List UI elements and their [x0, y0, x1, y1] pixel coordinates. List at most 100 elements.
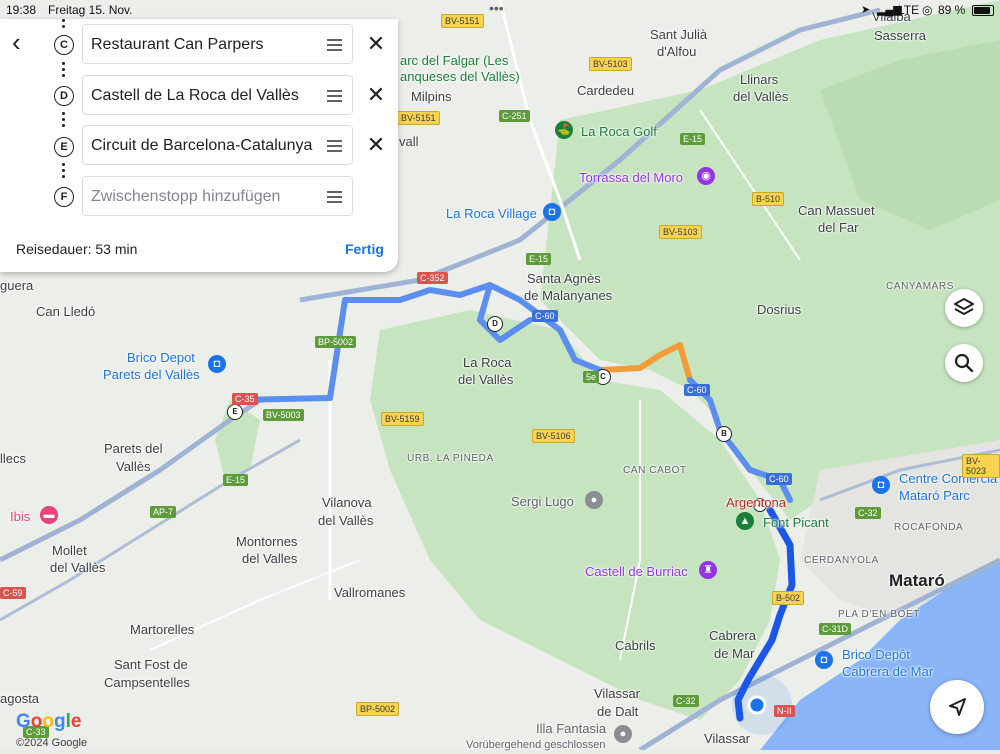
shopping-bag-icon[interactable]: ◘	[872, 476, 890, 494]
area-label: PLA D'EN BOET	[838, 609, 920, 620]
area-label: CERDANYOLA	[804, 555, 879, 566]
stop-field-e[interactable]: Circuit de Barcelona-Catalunya	[82, 125, 353, 165]
road-shield: N-II	[774, 705, 795, 717]
golf-icon[interactable]: ⛳	[555, 121, 573, 139]
poi-label[interactable]: Sergi Lugo	[511, 493, 574, 510]
road-shield: E-15	[526, 253, 552, 265]
route-dots	[62, 112, 65, 130]
shopping-bag-icon[interactable]: ◘	[543, 203, 561, 221]
town-label: llecs	[0, 451, 27, 466]
road-shield: C-32	[855, 507, 881, 519]
poi-label[interactable]: La Roca Golf	[581, 123, 657, 140]
remove-stop-button[interactable]: ✕	[366, 33, 386, 55]
place-icon[interactable]: ●	[585, 491, 603, 509]
poi-label[interactable]: anqueses del Vallès)	[400, 68, 520, 85]
route-dots	[62, 163, 65, 181]
add-stop-field[interactable]: Zwischenstopp hinzufügen	[82, 176, 353, 216]
poi-label[interactable]: Illa Fantasia	[536, 720, 606, 737]
place-icon[interactable]: ●	[614, 725, 632, 743]
remove-stop-button[interactable]: ✕	[366, 84, 386, 106]
layers-button[interactable]	[945, 289, 983, 327]
town-label: vall	[399, 134, 419, 149]
my-location-button[interactable]	[930, 680, 984, 734]
search-icon	[954, 353, 974, 373]
castle-icon[interactable]: ♜	[699, 561, 717, 579]
town-label: agosta	[0, 691, 40, 706]
poi-label[interactable]: Brico Depot	[127, 349, 195, 366]
stop-value: Castell de La Roca del Vallès	[91, 87, 299, 104]
town-label: Mollet	[52, 543, 87, 558]
road-shield: C-60	[684, 384, 710, 396]
stop-field-c[interactable]: Restaurant Can Parpers	[82, 24, 353, 64]
drag-handle-icon[interactable]	[327, 140, 342, 155]
stop-field-d[interactable]: Castell de La Roca del Vallès	[82, 75, 353, 115]
add-stop-placeholder: Zwischenstopp hinzufügen	[91, 188, 281, 205]
hotel-icon[interactable]: ▬	[40, 506, 58, 524]
search-button[interactable]	[945, 344, 983, 382]
road-shield: BV-5003	[263, 409, 304, 421]
route-marker-d[interactable]: D	[487, 316, 503, 332]
road-shield: C-251	[499, 110, 530, 122]
location-arrow-icon: ➤	[861, 4, 871, 16]
poi-label[interactable]: Parets del Vallès	[103, 366, 200, 383]
town-label: Montornes	[236, 534, 298, 549]
town-label: Santa Agnès	[527, 271, 601, 286]
area-label: URB. LA PINEDA	[407, 453, 494, 464]
camera-icon[interactable]: ◉	[697, 167, 715, 185]
city-label-mataro: Mataró	[889, 571, 945, 590]
road-shield: BV-5023	[962, 454, 1000, 478]
drag-handle-icon[interactable]	[327, 191, 342, 206]
poi-label[interactable]: La Roca Village	[446, 205, 537, 222]
focus-icon: ◎	[922, 3, 933, 17]
road-shield: C-60	[766, 473, 792, 485]
poi-label[interactable]: Castell de Burriac	[585, 563, 688, 580]
road-shield: C-31D	[819, 623, 852, 635]
town-label: Can Massuet	[798, 203, 875, 218]
town-label: de Mar	[714, 646, 755, 661]
drag-handle-icon[interactable]	[327, 39, 342, 54]
poi-label[interactable]: Torrassa del Moro	[579, 169, 683, 186]
shopping-bag-icon[interactable]: ◘	[815, 651, 833, 669]
road-shield: BV-5106	[532, 429, 575, 443]
stop-letter-c: C	[54, 35, 74, 55]
poi-label[interactable]: Font Picant	[763, 514, 829, 531]
town-label: del Vallès	[50, 560, 106, 575]
trip-duration: Reisedauer: 53 min	[16, 241, 138, 257]
back-chevron-icon[interactable]: ‹	[12, 29, 32, 55]
road-shield: BP-5002	[356, 702, 400, 716]
directions-panel: ‹ C Restaurant Can Parpers ✕ D Castell d…	[0, 19, 398, 272]
poi-label[interactable]: arc del Falgar (Les	[400, 52, 508, 69]
route-marker-b[interactable]: B	[716, 426, 732, 442]
battery-icon	[972, 5, 994, 16]
town-label: del Valles	[242, 551, 298, 566]
multitasking-dots-icon[interactable]: •••	[489, 0, 504, 16]
town-label: Vilassar	[704, 731, 751, 746]
area-label: ROCAFONDA	[894, 522, 964, 533]
town-label: La Roca	[463, 355, 512, 370]
shopping-bag-icon[interactable]: ◘	[208, 355, 226, 373]
area-label: CANYAMARS	[886, 281, 955, 292]
drag-handle-icon[interactable]	[327, 90, 342, 105]
town-label: del Vallès	[318, 513, 374, 528]
road-shield: BV-5103	[589, 57, 632, 71]
poi-label[interactable]: Brico Depôt	[842, 646, 910, 663]
remove-stop-button[interactable]: ✕	[366, 134, 386, 156]
poi-label[interactable]: Mataró Parc	[899, 487, 970, 504]
road-shield: C-60	[532, 310, 558, 322]
town-label: del Far	[818, 220, 859, 235]
town-label: Llinars	[740, 72, 779, 87]
poi-label[interactable]: Cabrera de Mar	[842, 663, 933, 680]
route-marker-e[interactable]: E	[227, 404, 243, 420]
tree-icon[interactable]: ▲	[736, 512, 754, 530]
town-label: de Malanyanes	[524, 288, 613, 303]
my-location-dot	[747, 695, 767, 715]
town-label: Vilassar	[594, 686, 641, 701]
poi-label[interactable]: Ibis	[10, 508, 30, 525]
town-label: guera	[0, 278, 34, 293]
stop-letter-e: E	[54, 137, 74, 157]
road-shield: BV-5151	[397, 111, 440, 125]
town-label: Sasserra	[874, 28, 927, 43]
poi-label[interactable]: Argentona	[726, 494, 786, 511]
town-label: Vilanova	[322, 495, 372, 510]
done-button[interactable]: Fertig	[345, 241, 384, 257]
